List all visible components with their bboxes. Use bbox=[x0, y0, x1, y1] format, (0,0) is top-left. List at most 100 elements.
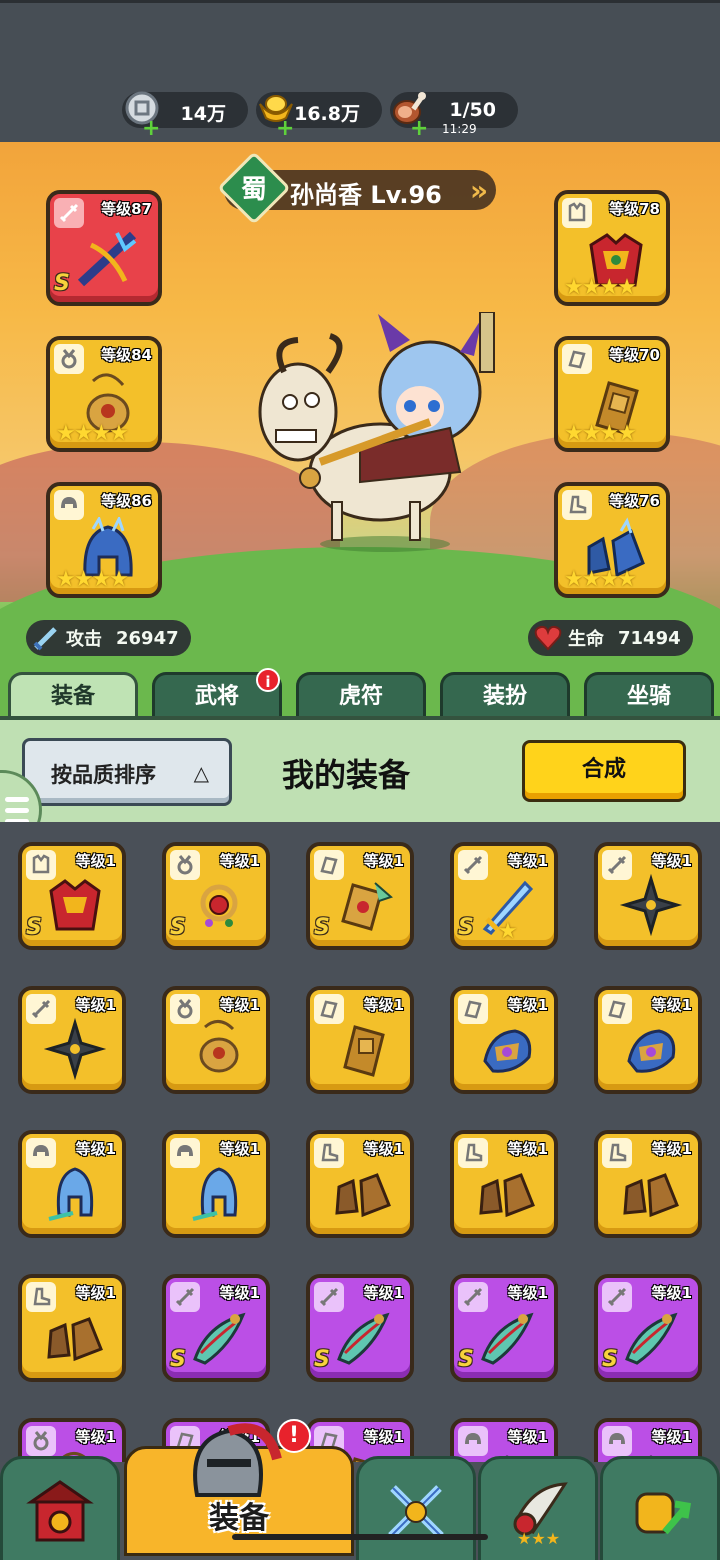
home-indicator bbox=[232, 1534, 488, 1540]
curved-blade-icon bbox=[474, 1304, 540, 1370]
nav-city[interactable] bbox=[0, 1456, 120, 1560]
stamina-value: 1/50 bbox=[449, 99, 496, 121]
item-level: 等级1 bbox=[363, 996, 404, 1014]
leather-boots-icon bbox=[330, 1160, 396, 1226]
bracer-icon bbox=[330, 1016, 396, 1082]
inventory-item[interactable]: 等级1 bbox=[306, 986, 414, 1094]
inventory-item[interactable]: 等级1 S bbox=[306, 842, 414, 950]
knight-helmet-icon bbox=[193, 1423, 282, 1497]
gem-bracer-icon bbox=[474, 1016, 540, 1082]
shuriken-icon bbox=[42, 1016, 108, 1082]
hp-stat: 生命 71494 bbox=[528, 620, 693, 656]
item-level: 等级1 bbox=[651, 1140, 692, 1158]
inventory-item[interactable]: 等级1 S bbox=[18, 842, 126, 950]
inventory-item[interactable]: 等级1 bbox=[594, 842, 702, 950]
sort-label: 按品质排序 bbox=[51, 763, 156, 787]
inventory-item[interactable]: 等级1 bbox=[450, 1130, 558, 1238]
item-level: 等级1 bbox=[219, 852, 260, 870]
sort-by-quality-button[interactable]: 按品质排序 △ bbox=[22, 738, 232, 806]
tab-mount[interactable]: 坐骑 bbox=[584, 672, 714, 718]
inventory-item[interactable]: 等级1 S bbox=[162, 842, 270, 950]
inventory-item[interactable]: 等级1 S bbox=[306, 1274, 414, 1382]
nav-equipment-alert-badge: ! bbox=[277, 1419, 311, 1453]
inventory-item[interactable]: 等级1 bbox=[18, 1130, 126, 1238]
item-level: 等级1 bbox=[363, 1140, 404, 1158]
item-level: 等级78 bbox=[609, 200, 660, 218]
inventory-item[interactable]: 等级1 S bbox=[162, 1274, 270, 1382]
item-level: 等级87 bbox=[101, 200, 152, 218]
silver-value: 14万 bbox=[180, 103, 226, 125]
stamina-resource[interactable]: + 1/50 11:29 bbox=[390, 92, 518, 140]
star-rating: ★★★★ bbox=[56, 421, 129, 446]
chevron-right-icon[interactable]: » bbox=[470, 174, 488, 207]
add-silver-icon[interactable]: + bbox=[142, 118, 160, 140]
add-stamina-icon[interactable]: + bbox=[410, 118, 428, 140]
inventory-item[interactable]: 等级1 bbox=[162, 986, 270, 1094]
item-level: 等级1 bbox=[75, 1284, 116, 1302]
merge-button[interactable]: 合成 bbox=[522, 740, 686, 802]
nav-equipment-label: 装备 bbox=[209, 1501, 269, 1536]
item-level: 等级1 bbox=[363, 1284, 404, 1302]
rank-badge: S bbox=[602, 1347, 618, 1372]
sword-icon bbox=[30, 622, 62, 654]
inventory-item[interactable]: 等级1 S ★ bbox=[450, 842, 558, 950]
hero-name: 孙尚香 Lv.96 bbox=[290, 181, 442, 209]
star-rating: ★★★★ bbox=[56, 567, 129, 592]
item-level: 等级1 bbox=[651, 1428, 692, 1446]
inventory-item[interactable]: 等级1 S bbox=[450, 1274, 558, 1382]
gold-resource[interactable]: + 16.8万 bbox=[256, 92, 382, 140]
equipped-armor-slot[interactable]: 等级78 ★★★★ bbox=[554, 190, 670, 306]
tab-costume[interactable]: 装扮 bbox=[440, 672, 570, 718]
equipped-weapon-slot[interactable]: 等级87 S bbox=[46, 190, 162, 306]
rank-badge: S bbox=[170, 1347, 186, 1372]
ruby-necklace-icon bbox=[186, 872, 252, 938]
item-level: 等级1 bbox=[651, 1284, 692, 1302]
item-level: 等级84 bbox=[101, 346, 152, 364]
equipped-bracer-slot[interactable]: 等级70 ★★★★ bbox=[554, 336, 670, 452]
item-level: 等级1 bbox=[75, 1140, 116, 1158]
shuriken-icon bbox=[618, 872, 684, 938]
nav-battle[interactable] bbox=[356, 1456, 476, 1560]
inventory-item[interactable]: 等级1 bbox=[18, 986, 126, 1094]
item-level: 等级1 bbox=[651, 996, 692, 1014]
rank-badge: S bbox=[458, 915, 474, 940]
item-level: 等级1 bbox=[219, 1284, 260, 1302]
bottom-nav: ! 装备 ★★★ bbox=[0, 1419, 720, 1560]
item-level: 等级1 bbox=[651, 852, 692, 870]
item-level: 等级1 bbox=[507, 1140, 548, 1158]
inventory-item[interactable]: 等级1 bbox=[162, 1130, 270, 1238]
item-level: 等级1 bbox=[507, 996, 548, 1014]
inventory-item[interactable]: 等级1 S bbox=[594, 1274, 702, 1382]
rank-badge: S bbox=[170, 915, 186, 940]
inventory-item[interactable]: 等级1 bbox=[306, 1130, 414, 1238]
star-rating: ★★★★ bbox=[564, 567, 637, 592]
stamina-timer: 11:29 bbox=[442, 122, 477, 136]
nav-horn[interactable]: ★★★ bbox=[478, 1456, 598, 1560]
tab-equipment[interactable]: 装备 bbox=[8, 672, 138, 718]
inventory-item[interactable]: 等级1 bbox=[450, 986, 558, 1094]
curved-blade-icon bbox=[618, 1304, 684, 1370]
amulet-icon bbox=[186, 1016, 252, 1082]
rank-badge: S bbox=[314, 1347, 330, 1372]
silver-resource[interactable]: + 14万 bbox=[122, 91, 248, 140]
gold-value: 16.8万 bbox=[294, 103, 360, 125]
inventory-item[interactable]: 等级1 bbox=[18, 1274, 126, 1382]
equipped-amulet-slot[interactable]: 等级84 ★★★★ bbox=[46, 336, 162, 452]
rank-badge: S bbox=[314, 915, 330, 940]
inventory-item[interactable]: 等级1 bbox=[594, 986, 702, 1094]
item-level: 等级1 bbox=[363, 1428, 404, 1446]
add-gold-icon[interactable]: + bbox=[276, 118, 294, 140]
equipped-boots-slot[interactable]: 等级76 ★★★★ bbox=[554, 482, 670, 598]
hero-character[interactable] bbox=[250, 312, 530, 552]
tab-tiger-tally[interactable]: 虎符 bbox=[296, 672, 426, 718]
equipped-helmet-slot[interactable]: 等级86 ★★★★ bbox=[46, 482, 162, 598]
curved-blade-icon bbox=[186, 1304, 252, 1370]
gate-tower-icon bbox=[26, 1480, 94, 1542]
item-level: 等级1 bbox=[75, 1428, 116, 1446]
attack-value: 26947 bbox=[116, 627, 179, 649]
star-rating: ★★★★ bbox=[564, 421, 637, 446]
inventory-item[interactable]: 等级1 bbox=[594, 1130, 702, 1238]
curved-blade-icon bbox=[330, 1304, 396, 1370]
rank-badge: S bbox=[54, 271, 70, 296]
nav-upgrade[interactable] bbox=[600, 1456, 720, 1560]
